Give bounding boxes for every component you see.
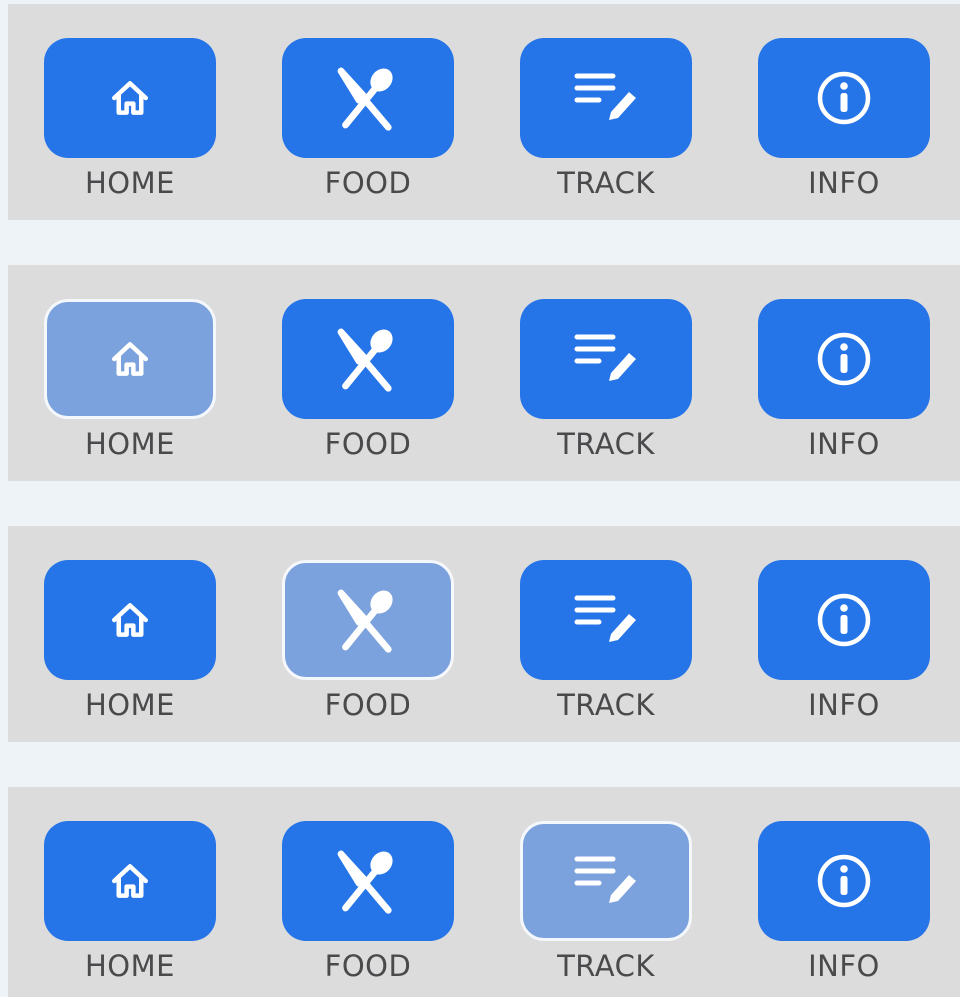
bottom-nav-bar-food-selected: HOME FOOD TRACK INFO <box>8 526 960 742</box>
notes-edit-icon <box>574 73 636 120</box>
food-button[interactable] <box>282 560 454 680</box>
nav-item-track[interactable]: TRACK <box>518 4 694 220</box>
nav-item-track[interactable]: TRACK <box>518 526 694 742</box>
nav-item-food[interactable]: FOOD <box>280 526 456 742</box>
nav-item-info[interactable]: INFO <box>756 526 932 742</box>
notes-edit-icon <box>574 856 636 903</box>
track-label: TRACK <box>557 949 655 983</box>
info-icon <box>817 332 871 386</box>
info-button[interactable] <box>758 560 930 680</box>
info-label: INFO <box>808 427 880 461</box>
nav-item-home[interactable]: HOME <box>42 526 218 742</box>
track-label: TRACK <box>557 688 655 722</box>
utensils-icon <box>337 589 393 653</box>
nav-item-food[interactable]: FOOD <box>280 4 456 220</box>
food-label: FOOD <box>324 949 412 983</box>
track-button[interactable] <box>520 38 692 158</box>
nav-item-home[interactable]: HOME <box>42 265 218 481</box>
food-label: FOOD <box>324 688 412 722</box>
food-button[interactable] <box>282 38 454 158</box>
info-label: INFO <box>808 949 880 983</box>
info-button[interactable] <box>758 299 930 419</box>
notes-edit-icon <box>574 334 636 381</box>
nav-bar-variants: HOME FOOD TRACK INFO HOME FOOD TRACK INF… <box>0 0 960 997</box>
bottom-nav-bar-track-selected: HOME FOOD TRACK INFO <box>8 787 960 997</box>
utensils-icon <box>337 67 393 131</box>
nav-item-food[interactable]: FOOD <box>280 787 456 997</box>
info-button[interactable] <box>758 821 930 941</box>
home-label: HOME <box>85 949 175 983</box>
food-label: FOOD <box>324 166 412 200</box>
info-label: INFO <box>808 688 880 722</box>
utensils-icon <box>337 328 393 392</box>
bottom-nav-bar-home-selected: HOME FOOD TRACK INFO <box>8 265 960 481</box>
home-button[interactable] <box>44 821 216 941</box>
home-button[interactable] <box>44 299 216 419</box>
track-button[interactable] <box>520 560 692 680</box>
bottom-nav-bar-default: HOME FOOD TRACK INFO <box>8 4 960 220</box>
track-label: TRACK <box>557 166 655 200</box>
home-label: HOME <box>85 688 175 722</box>
home-icon <box>112 603 148 637</box>
food-label: FOOD <box>324 427 412 461</box>
home-button[interactable] <box>44 38 216 158</box>
home-label: HOME <box>85 166 175 200</box>
home-icon <box>112 342 148 376</box>
info-icon <box>817 593 871 647</box>
home-icon <box>112 864 148 898</box>
food-button[interactable] <box>282 821 454 941</box>
home-button[interactable] <box>44 560 216 680</box>
track-label: TRACK <box>557 427 655 461</box>
nav-item-home[interactable]: HOME <box>42 787 218 997</box>
info-label: INFO <box>808 166 880 200</box>
nav-item-info[interactable]: INFO <box>756 787 932 997</box>
nav-item-info[interactable]: INFO <box>756 265 932 481</box>
home-label: HOME <box>85 427 175 461</box>
info-icon <box>817 854 871 908</box>
info-button[interactable] <box>758 38 930 158</box>
nav-item-track[interactable]: TRACK <box>518 787 694 997</box>
nav-item-food[interactable]: FOOD <box>280 265 456 481</box>
notes-edit-icon <box>574 595 636 642</box>
nav-item-home[interactable]: HOME <box>42 4 218 220</box>
home-icon <box>112 81 148 115</box>
info-icon <box>817 71 871 125</box>
nav-item-track[interactable]: TRACK <box>518 265 694 481</box>
utensils-icon <box>337 850 393 914</box>
nav-item-info[interactable]: INFO <box>756 4 932 220</box>
track-button[interactable] <box>520 299 692 419</box>
track-button[interactable] <box>520 821 692 941</box>
food-button[interactable] <box>282 299 454 419</box>
